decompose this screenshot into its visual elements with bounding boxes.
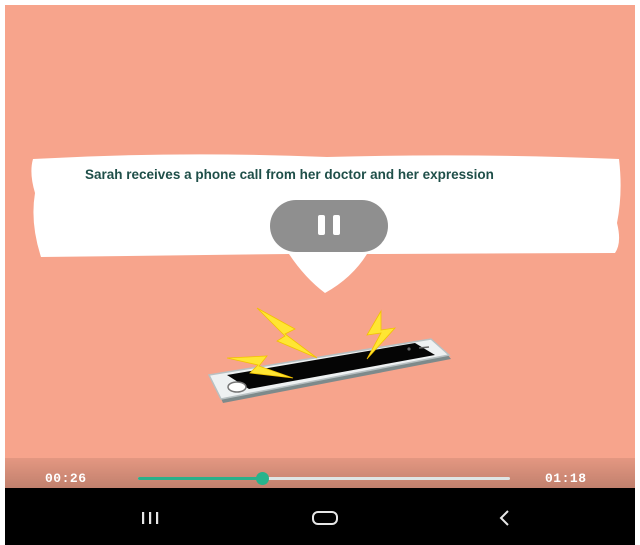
seek-bar[interactable] <box>138 472 510 485</box>
seek-thumb[interactable] <box>255 472 269 485</box>
playback-controls <box>5 458 635 488</box>
total-duration: 01:18 <box>545 471 587 486</box>
pause-icon-bar <box>333 215 340 235</box>
current-time: 00:26 <box>45 471 87 486</box>
seek-bar-progress <box>138 477 262 480</box>
recents-icon <box>142 512 159 524</box>
pause-button[interactable] <box>270 200 388 252</box>
video-player-screen: Sarah receives a phone call from her doc… <box>0 0 640 545</box>
system-navigation-bar <box>5 488 635 545</box>
ringing-phone-illustration <box>207 307 451 403</box>
home-icon <box>312 511 338 525</box>
back-button[interactable] <box>475 498 535 538</box>
pause-icon <box>318 215 325 235</box>
home-button[interactable] <box>295 498 355 538</box>
recents-button[interactable] <box>120 498 180 538</box>
back-icon <box>499 510 509 526</box>
video-frame[interactable]: Sarah receives a phone call from her doc… <box>5 5 635 488</box>
video-caption: Sarah receives a phone call from her doc… <box>85 167 494 182</box>
